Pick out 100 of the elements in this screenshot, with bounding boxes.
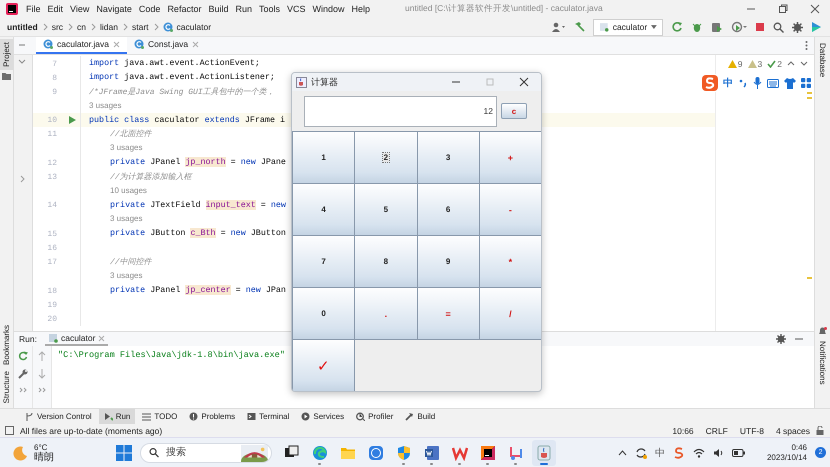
debug-icon[interactable] xyxy=(691,21,703,33)
sogou-logo-icon[interactable] xyxy=(702,75,718,91)
volume-icon[interactable] xyxy=(712,448,724,458)
editor-tab[interactable]: Const.java xyxy=(126,37,206,54)
breadcrumb-item[interactable]: lidan xyxy=(100,22,118,32)
tool-window-button[interactable]: Version Control xyxy=(20,409,97,424)
tool-window-button[interactable]: Build xyxy=(400,409,440,424)
chevron-up-icon[interactable] xyxy=(618,450,627,456)
close-icon[interactable] xyxy=(810,4,820,14)
menu-item[interactable]: VCS xyxy=(287,4,306,14)
breadcrumb-item[interactable]: caculator xyxy=(176,22,212,32)
breadcrumb-item[interactable]: untitled xyxy=(7,22,38,32)
apps-grid-icon[interactable] xyxy=(801,78,811,88)
calculator-key[interactable]: = xyxy=(416,287,480,340)
app-icon[interactable] xyxy=(368,444,384,460)
expand-icon[interactable] xyxy=(19,387,27,394)
settings-icon[interactable] xyxy=(776,334,786,344)
calculator-key[interactable]: 2 xyxy=(354,131,418,184)
punctuation-icon[interactable] xyxy=(738,78,748,88)
rerun-icon[interactable] xyxy=(18,351,28,362)
calculator-key[interactable]: 5 xyxy=(354,183,418,236)
clock-date[interactable]: 2023/10/14 xyxy=(766,452,808,462)
menu-item[interactable]: Tools xyxy=(258,4,280,14)
status-icon[interactable] xyxy=(5,426,14,435)
profiler-icon[interactable] xyxy=(731,21,747,33)
usages-hint[interactable]: 10 usages xyxy=(110,186,147,196)
search-icon[interactable] xyxy=(773,22,784,32)
menu-item[interactable]: File xyxy=(26,4,41,14)
calculator-key[interactable]: * xyxy=(478,235,541,288)
bell-icon[interactable] xyxy=(818,327,827,336)
usages-hint[interactable]: 3 usages xyxy=(110,270,142,281)
chevron-icon[interactable] xyxy=(18,58,26,65)
sogou-icon[interactable] xyxy=(672,446,685,458)
restore-icon[interactable] xyxy=(778,4,788,14)
coverage-icon[interactable] xyxy=(711,21,723,33)
calculator-key[interactable]: 3 xyxy=(416,131,480,184)
close-icon[interactable] xyxy=(519,77,529,87)
calculator-key[interactable]: - xyxy=(478,183,541,236)
menu-item[interactable]: Help xyxy=(352,4,370,14)
usages-hint[interactable]: 3 usages xyxy=(89,100,122,111)
ide-icon[interactable] xyxy=(480,444,496,460)
inspection-counter[interactable]: 3 xyxy=(748,58,762,69)
project-tool-tab[interactable]: Project xyxy=(0,39,13,70)
menu-item[interactable]: Window xyxy=(312,4,345,14)
menu-item[interactable]: View xyxy=(70,4,90,14)
tool-window-button[interactable]: Problems xyxy=(184,409,240,424)
battery-icon[interactable] xyxy=(732,448,745,456)
search-input[interactable]: 搜索 xyxy=(164,446,236,459)
chevron-icon[interactable] xyxy=(19,174,25,183)
user-icon[interactable] xyxy=(551,22,565,32)
keyboard-icon[interactable] xyxy=(767,78,779,88)
tool-window-button[interactable]: Terminal xyxy=(242,409,294,424)
calculator-key[interactable]: 6 xyxy=(416,183,480,236)
inspection-counter[interactable]: 2 xyxy=(767,58,782,69)
status-item[interactable]: CRLF xyxy=(706,426,728,436)
editor-tab[interactable]: caculator.java xyxy=(36,37,127,54)
tool-window-tab[interactable]: Notifications xyxy=(818,338,827,388)
breadcrumb-item[interactable]: src xyxy=(52,22,64,32)
start-icon[interactable] xyxy=(116,444,132,460)
tool-window-button[interactable]: Services xyxy=(296,409,350,424)
shield-icon[interactable] xyxy=(396,444,412,460)
rerun-icon[interactable] xyxy=(671,21,683,33)
expand-icon[interactable] xyxy=(38,387,46,394)
taskbar-search[interactable]: 搜索 xyxy=(140,442,272,462)
input-method-indicator[interactable]: 中 xyxy=(654,446,665,460)
arrow-down-icon[interactable] xyxy=(38,369,46,380)
tool-window-tab[interactable]: Structure xyxy=(2,368,11,406)
arrow-up-icon[interactable] xyxy=(38,351,46,362)
wifi-icon[interactable] xyxy=(692,448,705,458)
menu-item[interactable]: Edit xyxy=(48,4,64,14)
microphone-icon[interactable] xyxy=(753,77,762,89)
tool-window-button[interactable]: Profiler xyxy=(351,409,398,424)
breadcrumb-item[interactable]: cn xyxy=(77,22,86,32)
inspection-counter[interactable]: 9 xyxy=(728,58,743,69)
status-item[interactable]: 10:66 xyxy=(672,426,694,436)
clock-time[interactable]: 0:46 xyxy=(791,442,808,452)
run-config-dropdown[interactable]: caculator xyxy=(593,18,663,36)
calculator-key[interactable]: 0 xyxy=(292,287,356,340)
calculator-key[interactable]: 7 xyxy=(292,235,356,288)
breadcrumb-item[interactable]: start xyxy=(132,22,149,32)
menu-item[interactable]: Build xyxy=(208,4,228,14)
lock-icon[interactable] xyxy=(816,426,824,435)
chevron-down-icon[interactable] xyxy=(800,61,808,66)
calculator-key[interactable]: 8 xyxy=(354,235,418,288)
display-field[interactable]: 12 xyxy=(304,96,497,126)
browser-icon[interactable] xyxy=(312,444,328,460)
chevron-up-icon[interactable] xyxy=(787,61,795,66)
input-mode-toggle[interactable]: 中 xyxy=(723,76,733,90)
clear-button[interactable]: c xyxy=(501,103,527,119)
calculator-key[interactable]: 1 xyxy=(292,131,356,184)
more-icon[interactable] xyxy=(805,40,808,50)
coffee-cup-icon[interactable] xyxy=(536,444,552,460)
tool-window-tab[interactable]: Database xyxy=(818,40,827,80)
menu-item[interactable]: Navigate xyxy=(96,4,132,14)
tool-window-button[interactable]: Run xyxy=(98,409,136,424)
plugin-logo-icon[interactable] xyxy=(811,21,822,33)
usages-hint[interactable]: 3 usages xyxy=(110,143,142,154)
settings-icon[interactable] xyxy=(792,22,803,32)
menu-item[interactable]: Refactor xyxy=(167,4,202,14)
calculator-key[interactable]: . xyxy=(354,287,418,340)
